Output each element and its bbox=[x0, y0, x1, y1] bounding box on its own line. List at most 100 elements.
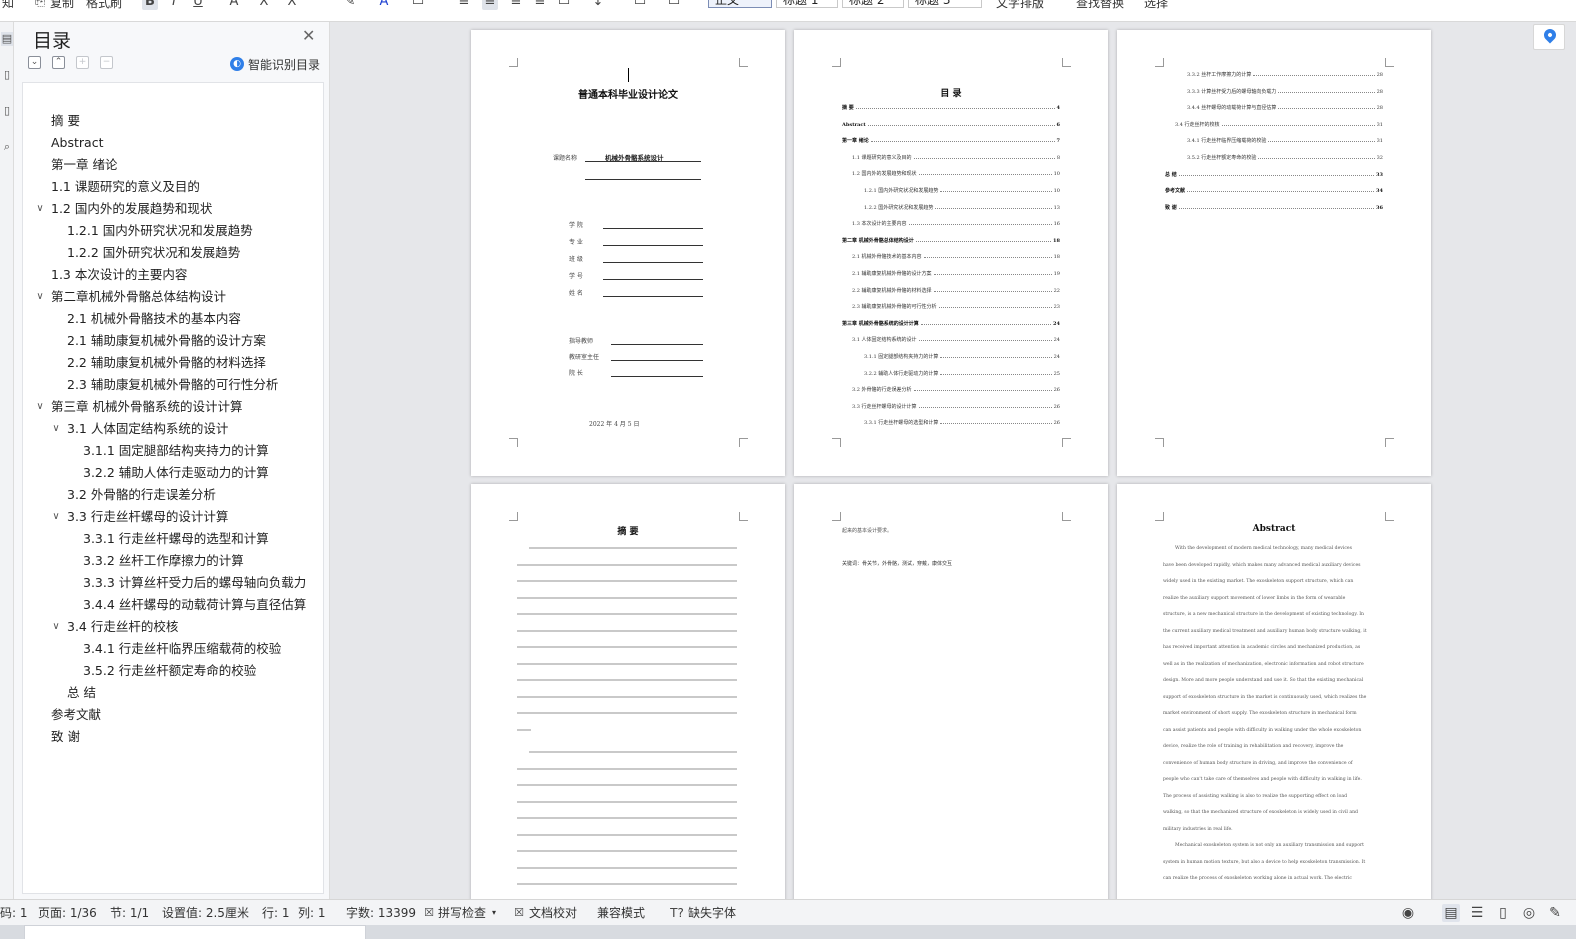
proofread-icon[interactable]: ☒ bbox=[510, 904, 528, 922]
page-abstract-cn[interactable]: 摘 要 bbox=[471, 484, 785, 899]
toc-item[interactable]: 1.3 本次设计的主要内容 bbox=[51, 265, 187, 285]
style-heading-1[interactable]: 标题 1 bbox=[776, 0, 838, 8]
style-heading-3[interactable]: 标题 3 bbox=[908, 0, 982, 8]
chevron-down-icon[interactable]: ∨ bbox=[34, 199, 46, 219]
outline-view-icon[interactable]: ☰ bbox=[1468, 904, 1486, 922]
toc-item[interactable]: 第二章机械外骨骼总体结构设计 bbox=[51, 287, 226, 307]
toc-item[interactable]: 3.2.2 辅助人体行走驱动力的计算 bbox=[83, 463, 269, 483]
location-button[interactable] bbox=[1533, 24, 1565, 50]
status-setting[interactable]: 设置值: 2.5厘米 bbox=[162, 905, 249, 921]
toc-page-row: 第二章 机械外骨骼总体结构设计 18 bbox=[842, 237, 1060, 245]
chevron-down-icon[interactable]: ∨ bbox=[50, 617, 62, 637]
missing-font-icon[interactable]: T? bbox=[668, 904, 686, 922]
spell-check-button[interactable]: 拼写检查 bbox=[438, 905, 486, 921]
close-icon[interactable]: ✕ bbox=[302, 26, 315, 45]
web-view-icon[interactable]: ◎ bbox=[1520, 904, 1538, 922]
style-normal[interactable]: 正文 bbox=[708, 0, 772, 8]
italic-icon[interactable]: I bbox=[166, 0, 182, 10]
toc-item[interactable]: Abstract bbox=[51, 133, 103, 153]
missing-fonts-button[interactable]: 缺失字体 bbox=[688, 905, 736, 921]
align-center-icon[interactable]: ≡ bbox=[482, 0, 498, 10]
page-rail-icon[interactable]: ▯ bbox=[1, 104, 13, 118]
strikethrough-icon[interactable]: A bbox=[226, 0, 242, 10]
border-icon[interactable]: ▭ bbox=[666, 0, 682, 10]
chevron-down-icon[interactable]: ▾ bbox=[492, 905, 496, 921]
add-heading-icon[interactable]: + bbox=[76, 56, 89, 69]
toc-rail-icon[interactable]: ▤ bbox=[1, 32, 13, 46]
font-color-icon[interactable]: A bbox=[376, 0, 392, 10]
toc-item[interactable]: 摘 要 bbox=[51, 111, 80, 131]
page-view-icon[interactable]: ▤ bbox=[1442, 904, 1460, 922]
abstract-en-heading: Abstract bbox=[1252, 524, 1296, 534]
superscript-icon[interactable]: X bbox=[256, 0, 272, 10]
toc-item[interactable]: 2.3 辅助康复机械外骨骼的可行性分析 bbox=[67, 375, 278, 395]
toc-item[interactable]: 总 结 bbox=[67, 683, 96, 703]
style-heading-2[interactable]: 标题 2 bbox=[842, 0, 904, 8]
chevron-down-icon[interactable]: ∨ bbox=[34, 287, 46, 307]
status-word-count[interactable]: 字数: 13399 bbox=[346, 905, 416, 921]
proofread-button[interactable]: 文档校对 bbox=[529, 905, 577, 921]
page-abstract-en[interactable]: Abstract With the development of modern … bbox=[1117, 484, 1431, 899]
reading-view-icon[interactable]: ▯ bbox=[1494, 904, 1512, 922]
toc-item[interactable]: 3.4.1 行走丝杆临界压缩载荷的校验 bbox=[83, 639, 281, 659]
write-mode-icon[interactable]: ✎ bbox=[1546, 904, 1564, 922]
chevron-down-icon[interactable]: ∨ bbox=[34, 397, 46, 417]
toc-item[interactable]: 3.2 外骨骼的行走误差分析 bbox=[67, 485, 216, 505]
toc-item[interactable]: 3.3.2 丝杆工作摩擦力的计算 bbox=[83, 551, 244, 571]
toc-item[interactable]: 1.2.1 国内外研究状况和发展趋势 bbox=[67, 221, 253, 241]
toc-item[interactable]: 致 谢 bbox=[51, 727, 80, 747]
status-page[interactable]: 页面: 1/36 bbox=[38, 905, 97, 921]
toc-item[interactable]: 3.4 行走丝杆的校核 bbox=[67, 617, 178, 637]
subscript-icon[interactable]: X bbox=[284, 0, 300, 10]
toc-item[interactable]: 3.1 人体固定结构系统的设计 bbox=[67, 419, 228, 439]
underline-icon[interactable]: U bbox=[190, 0, 206, 10]
document-tab[interactable] bbox=[24, 925, 366, 939]
chevron-down-icon[interactable]: ∨ bbox=[50, 419, 62, 439]
collapse-all-icon[interactable]: ⌃ bbox=[52, 56, 65, 69]
select-button[interactable]: 选择 bbox=[1144, 0, 1168, 12]
toc-item[interactable]: 3.5.2 行走丝杆额定寿命的校验 bbox=[83, 661, 256, 681]
format-painter-button[interactable]: 格式刷 bbox=[86, 0, 122, 12]
distributed-icon[interactable]: ▭ bbox=[556, 0, 572, 10]
bookmark-rail-icon[interactable]: ▯ bbox=[1, 68, 13, 82]
smart-toc-button[interactable]: ◐ 智能识别目录 bbox=[230, 55, 320, 73]
toc-item[interactable]: 参考文献 bbox=[51, 705, 101, 725]
chevron-down-icon[interactable]: ∨ bbox=[50, 507, 62, 527]
highlight-icon[interactable]: ✎ bbox=[342, 0, 358, 10]
toc-item[interactable]: 3.3.3 计算丝杆受力后的螺母轴向负载力 bbox=[83, 573, 306, 593]
char-border-icon[interactable]: ▭ bbox=[410, 0, 426, 10]
toc-item[interactable]: 2.1 辅助康复机械外骨骼的设计方案 bbox=[67, 331, 266, 351]
page-cover[interactable]: 普通本科毕业设计论文 课题名称 机械外骨骼系统设计 2022 年 4 月 5 日… bbox=[471, 30, 785, 476]
spell-check-icon[interactable]: ☒ bbox=[420, 904, 438, 922]
page-keywords[interactable]: 起来的基本设计要求。 关键词：骨关节，外骨骼，测试，穿戴，康体交互 bbox=[794, 484, 1108, 899]
eye-protection-icon[interactable]: ◉ bbox=[1399, 904, 1417, 922]
toc-item[interactable]: 3.1.1 固定腿部结构夹持力的计算 bbox=[83, 441, 269, 461]
bold-icon[interactable]: B bbox=[142, 0, 158, 10]
line-spacing-icon[interactable]: ↕ bbox=[590, 0, 606, 10]
copy-button[interactable]: 复制 bbox=[50, 0, 74, 12]
toc-item[interactable]: 3.3.1 行走丝杆螺母的选型和计算 bbox=[83, 529, 269, 549]
toc-item[interactable]: 3.4.4 丝杆螺母的动载荷计算与直径估算 bbox=[83, 595, 306, 615]
align-right-icon[interactable]: ≡ bbox=[508, 0, 524, 10]
expand-all-icon[interactable]: ⌄ bbox=[28, 56, 41, 69]
abstract-en-line: Mechanical exoskeleton system is not onl… bbox=[1175, 843, 1365, 848]
toc-item[interactable]: 1.1 课题研究的意义及目的 bbox=[51, 177, 200, 197]
text-layout-button[interactable]: 文字排版 bbox=[996, 0, 1044, 12]
find-replace-button[interactable]: 查找替换 bbox=[1076, 0, 1124, 12]
remove-heading-icon[interactable]: − bbox=[100, 56, 113, 69]
toc-item[interactable]: 1.2 国内外的发展趋势和现状 bbox=[51, 199, 212, 219]
page-toc-2[interactable]: 3.3.2 丝杆工作摩擦力的计算 28 3.3.3 计算丝杆受力后的螺母轴向负载力 2… bbox=[1117, 30, 1431, 476]
paragraph-icon[interactable]: ▭ bbox=[632, 0, 648, 10]
toc-item[interactable]: 2.2 辅助康复机械外骨骼的材料选择 bbox=[67, 353, 266, 373]
ribbon-cut-label[interactable]: 知 bbox=[2, 0, 14, 12]
justify-icon[interactable]: ≡ bbox=[532, 0, 548, 10]
search-rail-icon[interactable]: ⌕ bbox=[1, 140, 13, 154]
toc-item[interactable]: 2.1 机械外骨骼技术的基本内容 bbox=[67, 309, 241, 329]
copy-icon[interactable]: ⎘ bbox=[32, 0, 48, 10]
toc-item[interactable]: 3.3 行走丝杆螺母的设计计算 bbox=[67, 507, 228, 527]
page-toc-1[interactable]: 目 录 摘 要 4 Abstract 6 第一章 绪论 7 1.1 课题研究的意义及目的 8 1… bbox=[794, 30, 1108, 476]
toc-item[interactable]: 第一章 绪论 bbox=[51, 155, 117, 175]
toc-item[interactable]: 1.2.2 国外研究状况和发展趋势 bbox=[67, 243, 240, 263]
align-left-icon[interactable]: ≡ bbox=[456, 0, 472, 10]
toc-item[interactable]: 第三章 机械外骨骼系统的设计计算 bbox=[51, 397, 242, 417]
